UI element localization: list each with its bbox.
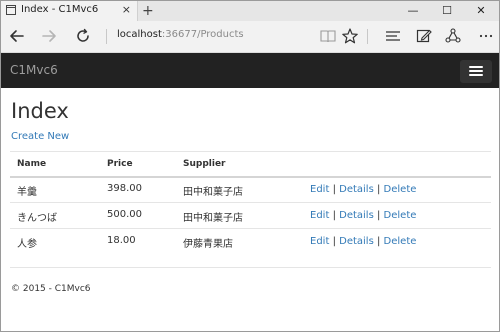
share-icon[interactable] [444, 27, 462, 45]
refresh-icon[interactable] [73, 26, 93, 46]
edit-link[interactable]: Edit [310, 236, 329, 247]
details-link[interactable]: Details [339, 184, 374, 195]
site-navbar: C1Mvc6 [1, 53, 499, 88]
header-divider [10, 176, 491, 178]
cell-name: きんつば [17, 213, 57, 224]
action-separator: | [376, 184, 381, 195]
cell-supplier: 田中和菓子店 [183, 187, 243, 198]
edit-link[interactable]: Edit [310, 184, 329, 195]
toolbar-divider [106, 29, 107, 44]
table-top-border [10, 151, 491, 152]
page-title: Index [11, 99, 69, 123]
address-path: :36677/Products [161, 29, 244, 40]
cell-price: 398.00 [107, 183, 142, 194]
row-actions: Edit | Details | Delete [310, 210, 416, 221]
create-new-link[interactable]: Create New [11, 131, 69, 142]
cell-name: 羊羹 [17, 187, 37, 198]
navbar-toggle-button[interactable] [460, 60, 492, 83]
hamburger-bar [469, 74, 483, 76]
delete-link[interactable]: Delete [384, 236, 417, 247]
navbar-brand[interactable]: C1Mvc6 [10, 63, 58, 77]
action-separator: | [376, 236, 381, 247]
cell-price: 500.00 [107, 209, 142, 220]
hamburger-bar [469, 70, 483, 72]
row-actions: Edit | Details | Delete [310, 236, 416, 247]
column-header-name: Name [17, 159, 47, 169]
more-menu-icon[interactable] [477, 27, 495, 45]
row-actions: Edit | Details | Delete [310, 184, 416, 195]
hamburger-bar [469, 66, 483, 68]
row-divider [10, 202, 491, 203]
cell-name: 人参 [17, 239, 37, 250]
details-link[interactable]: Details [339, 210, 374, 221]
maximize-icon[interactable]: ☐ [430, 1, 464, 21]
cell-price: 18.00 [107, 235, 136, 246]
web-note-icon[interactable] [415, 27, 433, 45]
new-tab-icon[interactable]: + [142, 1, 154, 21]
footer-divider [10, 267, 491, 268]
window-close-icon[interactable]: ✕ [464, 1, 498, 21]
back-arrow-icon[interactable] [7, 26, 27, 46]
tab-bar: Index - C1Mvc6 × + — ☐ ✕ [1, 1, 499, 21]
hub-icon[interactable] [384, 27, 402, 45]
forward-arrow-icon[interactable] [39, 26, 59, 46]
minimize-icon[interactable]: — [396, 1, 430, 21]
action-separator: | [376, 210, 381, 221]
address-host: localhost [117, 29, 162, 40]
delete-link[interactable]: Delete [384, 210, 417, 221]
details-link[interactable]: Details [339, 236, 374, 247]
browser-tab[interactable]: Index - C1Mvc6 × [1, 1, 138, 21]
edit-link[interactable]: Edit [310, 210, 329, 221]
page-icon [6, 5, 16, 15]
delete-link[interactable]: Delete [384, 184, 417, 195]
footer-text: © 2015 - C1Mvc6 [11, 284, 91, 294]
action-separator: | [332, 210, 336, 221]
column-header-supplier: Supplier [183, 159, 226, 169]
tab-close-icon[interactable]: × [122, 3, 131, 16]
address-toolbar: localhost:36677/Products [1, 21, 499, 53]
row-divider [10, 228, 491, 229]
tab-title: Index - C1Mvc6 [21, 4, 99, 15]
action-separator: | [332, 236, 336, 247]
favorite-star-icon[interactable] [341, 27, 359, 45]
cell-supplier: 田中和菓子店 [183, 213, 243, 224]
column-header-price: Price [107, 159, 133, 169]
browser-window: Index - C1Mvc6 × + — ☐ ✕ localhost:36677… [0, 0, 500, 332]
address-field[interactable]: localhost:36677/Products [117, 29, 244, 40]
action-separator: | [332, 184, 336, 195]
cell-supplier: 伊藤青果店 [183, 239, 233, 250]
toolbar-divider [367, 29, 368, 44]
reading-view-icon[interactable] [319, 27, 337, 45]
